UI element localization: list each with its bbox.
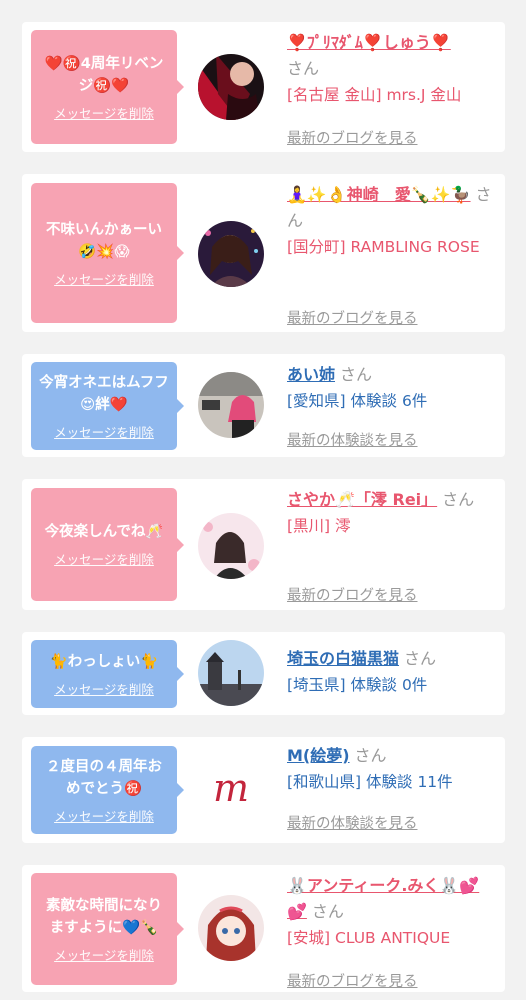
latest-blog-link[interactable]: 最新のブログを見る — [287, 583, 418, 609]
sender-name[interactable]: 🧘‍♀️✨👌神崎 愛🍾✨🦆 — [287, 185, 471, 204]
delete-message-link[interactable]: メッセージを削除 — [54, 679, 154, 698]
sender-name[interactable]: M(絵夢) — [287, 746, 350, 765]
message-card: 素敵な時間になりますように💙🍾 メッセージを削除 🐰アンティーク.みく🐰💕💕 さ… — [22, 865, 505, 992]
shop-info: [黒川] 澪 — [287, 517, 351, 535]
avatar[interactable] — [198, 640, 264, 706]
avatar[interactable]: m — [198, 757, 264, 823]
sender-info: 🐰アンティーク.みく🐰💕💕 さん [安城] CLUB ANTIQUE 最新のブロ… — [287, 873, 499, 990]
delete-message-link[interactable]: メッセージを削除 — [54, 422, 154, 441]
message-text: 🐈わっしょい🐈 — [49, 653, 159, 670]
sender-name[interactable]: 埼玉の白猫黒猫 — [287, 649, 399, 668]
message-bubble: ２度目の４周年おめでとう㊗️ メッセージを削除 — [31, 746, 184, 834]
shop-info: [和歌山県] 体験談 11件 — [287, 773, 453, 791]
delete-message-link[interactable]: メッセージを削除 — [54, 806, 154, 825]
message-card: 今宵オネエはムフフ😍絆❤️ メッセージを削除 あい姉 さん [愛知県] 体験談 … — [22, 354, 505, 457]
latest-blog-link[interactable]: 最新のブログを見る — [287, 126, 418, 152]
message-card: 今夜楽しんでね🥂 メッセージを削除 さやか🥂「澪 Rei」 さん [黒川] 澪 … — [22, 479, 505, 610]
message-text: ❤️㊗️4周年リベンジ㊗️❤️ — [44, 55, 164, 94]
delete-message-link[interactable]: メッセージを削除 — [54, 549, 154, 568]
sender-info: さやか🥂「澪 Rei」 さん [黒川] 澪 最新のブログを見る — [287, 487, 499, 604]
delete-message-link[interactable]: メッセージを削除 — [54, 945, 154, 964]
message-text: 今夜楽しんでね🥂 — [44, 524, 164, 540]
message-text: ２度目の４周年おめでとう㊗️ — [46, 758, 162, 797]
sender-info: あい姉 さん [愛知県] 体験談 6件 最新の体験談を見る — [287, 362, 499, 449]
message-card: ２度目の４周年おめでとう㊗️ メッセージを削除 m M(絵夢) さん [和歌山県… — [22, 737, 505, 843]
avatar[interactable] — [198, 221, 264, 287]
avatar[interactable] — [198, 372, 264, 438]
shop-info: [埼玉県] 体験談 0件 — [287, 676, 428, 694]
latest-review-link[interactable]: 最新の体験談を見る — [287, 428, 418, 454]
message-card: 🐈わっしょい🐈 メッセージを削除 埼玉の白猫黒猫 さん [埼玉県] 体験談 0件 — [22, 632, 505, 715]
message-text: 不味いんかぁーい🤣💥😱 — [46, 221, 162, 260]
sender-name[interactable]: ❣️ﾌﾟﾘﾏﾀﾞﾑ❣️しゅう❣️ — [287, 33, 451, 52]
honorific: さん — [287, 59, 320, 78]
latest-review-link[interactable]: 最新の体験談を見る — [287, 811, 418, 837]
avatar[interactable] — [198, 513, 264, 579]
honorific: さん — [354, 746, 387, 765]
delete-message-link[interactable]: メッセージを削除 — [54, 269, 154, 288]
message-text: 今宵オネエはムフフ😍絆❤️ — [39, 374, 169, 413]
avatar[interactable] — [198, 895, 264, 961]
latest-blog-link[interactable]: 最新のブログを見る — [287, 306, 418, 332]
message-bubble: 今宵オネエはムフフ😍絆❤️ メッセージを削除 — [31, 362, 184, 450]
message-card: 不味いんかぁーい🤣💥😱 メッセージを削除 🧘‍♀️✨👌神崎 愛🍾✨🦆 さん [国… — [22, 174, 505, 332]
sender-info: M(絵夢) さん [和歌山県] 体験談 11件 最新の体験談を見る — [287, 743, 499, 832]
shop-info: [名古屋 金山] mrs.J 金山 — [287, 86, 462, 104]
message-card: ❤️㊗️4周年リベンジ㊗️❤️ メッセージを削除 ❣️ﾌﾟﾘﾏﾀﾞﾑ❣️しゅう❣… — [22, 22, 505, 152]
honorific: さん — [339, 365, 372, 384]
message-bubble: 不味いんかぁーい🤣💥😱 メッセージを削除 — [31, 183, 184, 323]
message-text: 素敵な時間になりますように💙🍾 — [46, 897, 162, 936]
sender-name[interactable]: あい姉 — [287, 365, 335, 384]
honorific: さん — [311, 902, 344, 921]
shop-info: [国分町] RAMBLING ROSE — [287, 238, 480, 256]
sender-info: 埼玉の白猫黒猫 さん [埼玉県] 体験談 0件 — [287, 646, 499, 698]
sender-info: 🧘‍♀️✨👌神崎 愛🍾✨🦆 さん [国分町] RAMBLING ROSE 最新の… — [287, 182, 499, 327]
honorific: さん — [442, 490, 475, 509]
delete-message-link[interactable]: メッセージを削除 — [54, 103, 154, 122]
shop-info: [安城] CLUB ANTIQUE — [287, 929, 451, 947]
message-bubble: 🐈わっしょい🐈 メッセージを削除 — [31, 640, 184, 708]
message-bubble: ❤️㊗️4周年リベンジ㊗️❤️ メッセージを削除 — [31, 30, 184, 144]
avatar[interactable] — [198, 54, 264, 120]
message-bubble: 今夜楽しんでね🥂 メッセージを削除 — [31, 488, 184, 601]
latest-blog-link[interactable]: 最新のブログを見る — [287, 969, 418, 995]
sender-info: ❣️ﾌﾟﾘﾏﾀﾞﾑ❣️しゅう❣️ さん [名古屋 金山] mrs.J 金山 最新… — [287, 30, 499, 147]
message-bubble: 素敵な時間になりますように💙🍾 メッセージを削除 — [31, 873, 184, 985]
svg-text:m: m — [213, 766, 249, 810]
shop-info: [愛知県] 体験談 6件 — [287, 392, 428, 410]
honorific: さん — [403, 649, 436, 668]
sender-name[interactable]: さやか🥂「澪 Rei」 — [287, 490, 437, 509]
